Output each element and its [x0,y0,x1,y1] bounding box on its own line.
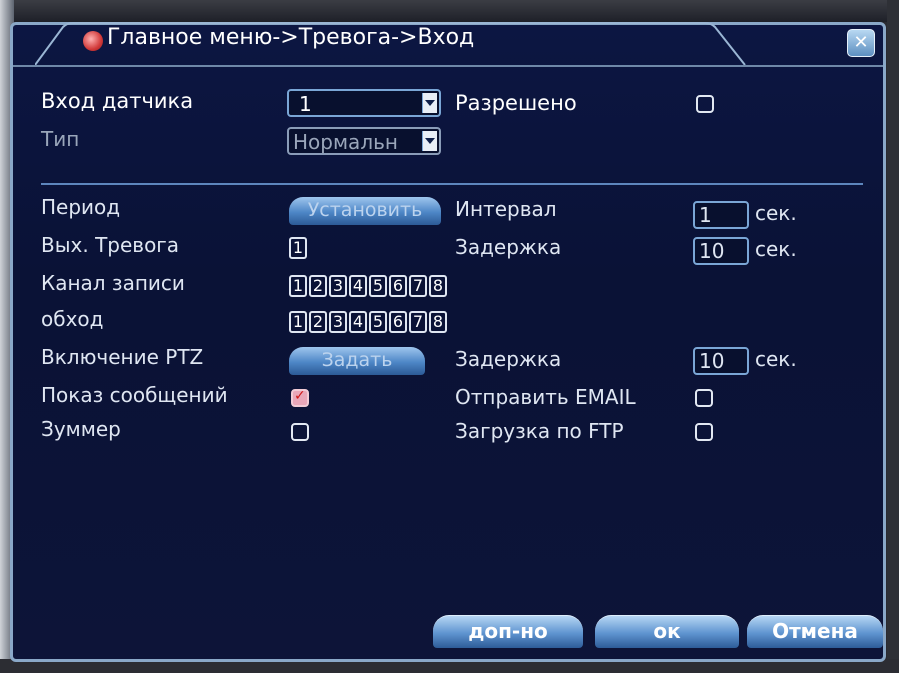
photo-background-right [887,0,899,673]
interval-label: Интервал [455,197,557,221]
record-channel-label: Канал записи [41,271,185,295]
window-title: Главное меню->Тревога->Вход [107,25,475,50]
photo-background-top [0,0,899,22]
chevron-down-icon [422,131,437,151]
show-message-label: Показ сообщений [41,383,228,407]
section-divider [41,183,863,185]
enabled-label: Разрешено [455,91,577,115]
tour-channel-6[interactable]: 6 [389,311,407,333]
record-channel-5[interactable]: 5 [369,275,387,297]
ptz-delay-input[interactable]: 10 [693,347,749,375]
record-channel-4[interactable]: 4 [349,275,367,297]
buzzer-checkbox[interactable] [291,423,309,441]
delay-unit: сек. [755,237,797,261]
type-value: Нормальн [293,130,398,154]
ptz-delay-label: Задержка [455,347,562,371]
record-channel-6[interactable]: 6 [389,275,407,297]
tour-channel-1[interactable]: 1 [289,311,307,333]
advanced-button[interactable]: доп-но [433,615,583,648]
alarm-out-label: Вых. Тревога [41,233,180,257]
tour-channel-5[interactable]: 5 [369,311,387,333]
alarm-input-dialog: Главное меню->Тревога->Вход ✕ Вход датчи… [10,22,886,662]
record-channel-3[interactable]: 3 [329,275,347,297]
send-email-label: Отправить EMAIL [455,385,636,409]
tour-label: обход [41,307,104,331]
set-period-button[interactable]: Установить [289,197,441,225]
close-button[interactable]: ✕ [847,29,875,57]
show-message-checkbox[interactable]: ✓ [291,388,309,407]
ptz-set-button[interactable]: Задать [289,347,425,375]
type-select[interactable]: Нормальн [287,127,441,155]
sensor-input-value: 1 [299,92,312,116]
ftp-upload-label: Загрузка по FTP [455,419,624,443]
ptz-delay-unit: сек. [755,347,797,371]
sensor-input-label: Вход датчика [41,89,194,113]
buzzer-label: Зуммер [41,417,121,441]
title-tab: Главное меню->Тревога->Вход [35,21,765,67]
sensor-input-select[interactable]: 1 [287,89,441,117]
ptz-label: Включение PTZ [41,345,204,369]
record-channel-7[interactable]: 7 [409,275,427,297]
tour-channel-8[interactable]: 8 [429,311,447,333]
title-separator [13,65,883,67]
tour-channel-4[interactable]: 4 [349,311,367,333]
checkmark-icon: ✓ [294,388,306,404]
chevron-down-icon [422,93,437,113]
delay-label: Задержка [455,235,562,259]
interval-input[interactable]: 1 [693,201,749,229]
tour-channel-2[interactable]: 2 [309,311,327,333]
cancel-button[interactable]: Отмена [747,615,883,648]
interval-unit: сек. [755,201,797,225]
period-label: Период [41,195,121,219]
tour-channel-3[interactable]: 3 [329,311,347,333]
alarm-out-channel-1[interactable]: 1 [289,237,307,259]
ok-button[interactable]: ок [595,615,739,648]
ftp-upload-checkbox[interactable] [695,423,713,441]
record-channel-2[interactable]: 2 [309,275,327,297]
tour-channel-7[interactable]: 7 [409,311,427,333]
enabled-checkbox[interactable] [696,95,714,113]
menu-icon [83,31,103,51]
record-channel-1[interactable]: 1 [289,275,307,297]
record-channel-8[interactable]: 8 [429,275,447,297]
type-label: Тип [41,127,80,151]
delay-input[interactable]: 10 [693,237,749,265]
close-icon: ✕ [853,32,869,53]
send-email-checkbox[interactable] [695,389,713,407]
